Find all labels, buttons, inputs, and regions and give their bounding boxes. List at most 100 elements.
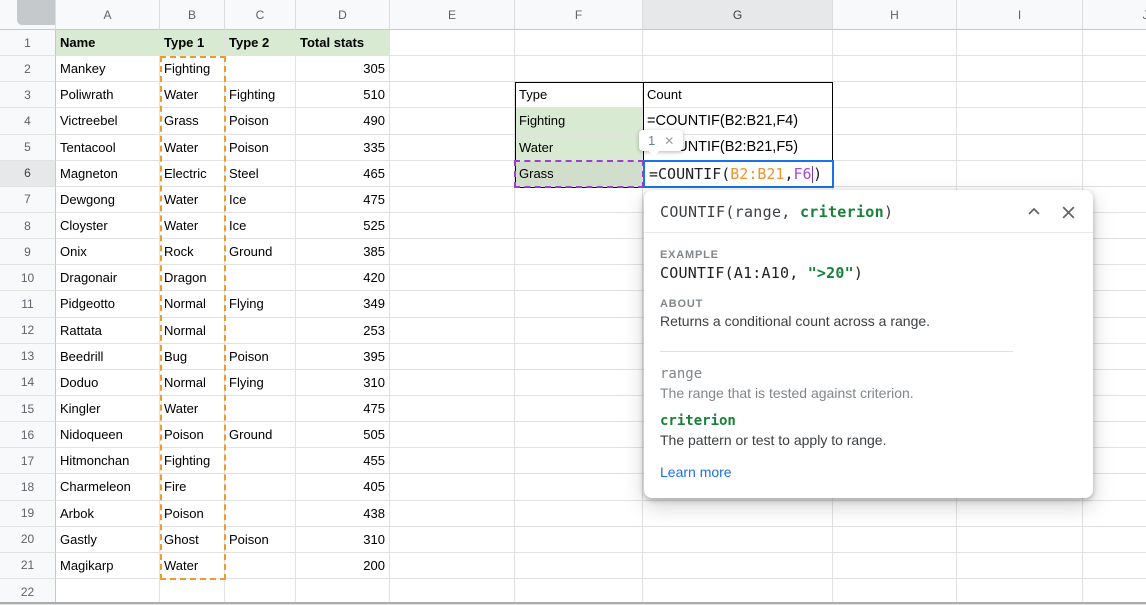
- cell-d3[interactable]: 510: [296, 82, 390, 108]
- cell-e7[interactable]: [390, 187, 515, 213]
- collapse-icon[interactable]: [1023, 201, 1045, 223]
- cell-e21[interactable]: [390, 553, 515, 579]
- row-header-4[interactable]: 4: [0, 108, 56, 134]
- cell-f9[interactable]: [515, 239, 643, 265]
- cell-c13[interactable]: Poison: [225, 344, 296, 370]
- cell-h3[interactable]: [833, 82, 957, 108]
- cell-e20[interactable]: [390, 527, 515, 553]
- cell-a3[interactable]: Poliwrath: [56, 82, 160, 108]
- cell-j2[interactable]: [1083, 56, 1146, 82]
- cell-g20[interactable]: [643, 527, 833, 553]
- cell-c9[interactable]: Ground: [225, 239, 296, 265]
- cell-g21[interactable]: [643, 553, 833, 579]
- cell-b17[interactable]: Fighting: [160, 448, 225, 474]
- cell-f8[interactable]: [515, 213, 643, 239]
- row-header-11[interactable]: 11: [0, 291, 56, 317]
- cell-a4[interactable]: Victreebel: [56, 108, 160, 134]
- cell-e12[interactable]: [390, 318, 515, 344]
- row-header-19[interactable]: 19: [0, 501, 56, 527]
- cell-c2[interactable]: [225, 56, 296, 82]
- cell-j21[interactable]: [1083, 553, 1146, 579]
- row-header-1[interactable]: 1: [0, 30, 56, 56]
- cell-f1[interactable]: [515, 30, 643, 56]
- cell-c3[interactable]: Fighting: [225, 82, 296, 108]
- cell-c7[interactable]: Ice: [225, 187, 296, 213]
- cell-b20[interactable]: Ghost: [160, 527, 225, 553]
- row-header-17[interactable]: 17: [0, 448, 56, 474]
- cell-b14[interactable]: Normal: [160, 370, 225, 396]
- cell-b7[interactable]: Water: [160, 187, 225, 213]
- cell-c8[interactable]: Ice: [225, 213, 296, 239]
- cell-f19[interactable]: [515, 501, 643, 527]
- cell-a1[interactable]: Name: [56, 30, 160, 56]
- row-header-7[interactable]: 7: [0, 187, 56, 213]
- cell-b5[interactable]: Water: [160, 135, 225, 161]
- cell-f14[interactable]: [515, 370, 643, 396]
- cell-a13[interactable]: Beedrill: [56, 344, 160, 370]
- cell-d18[interactable]: 405: [296, 474, 390, 500]
- cell-a6[interactable]: Magneton: [56, 161, 160, 187]
- cell-h21[interactable]: [833, 553, 957, 579]
- cell-e10[interactable]: [390, 265, 515, 291]
- cell-d2[interactable]: 305: [296, 56, 390, 82]
- cell-d20[interactable]: 310: [296, 527, 390, 553]
- cell-f18[interactable]: [515, 474, 643, 500]
- cell-e15[interactable]: [390, 396, 515, 422]
- column-header-a[interactable]: A: [56, 0, 160, 30]
- row-header-13[interactable]: 13: [0, 344, 56, 370]
- formula-edit-cell-g6[interactable]: =COUNTIF(B2:B21,F6): [643, 160, 834, 188]
- cell-d19[interactable]: 438: [296, 501, 390, 527]
- row-header-18[interactable]: 18: [0, 474, 56, 500]
- cell-b19[interactable]: Poison: [160, 501, 225, 527]
- cell-f2[interactable]: [515, 56, 643, 82]
- close-icon[interactable]: [1057, 201, 1079, 223]
- cell-b16[interactable]: Poison: [160, 422, 225, 448]
- cell-e13[interactable]: [390, 344, 515, 370]
- cell-b8[interactable]: Water: [160, 213, 225, 239]
- cell-h6[interactable]: [833, 161, 957, 187]
- cell-d17[interactable]: 455: [296, 448, 390, 474]
- column-header-i[interactable]: I: [957, 0, 1083, 30]
- cell-e5[interactable]: [390, 135, 515, 161]
- cell-i1[interactable]: [957, 30, 1083, 56]
- cell-e19[interactable]: [390, 501, 515, 527]
- cell-e4[interactable]: [390, 108, 515, 134]
- cell-d1[interactable]: Total stats: [296, 30, 390, 56]
- cell-c1[interactable]: Type 2: [225, 30, 296, 56]
- cell-c12[interactable]: [225, 318, 296, 344]
- cell-c10[interactable]: [225, 265, 296, 291]
- column-header-c[interactable]: C: [225, 0, 296, 30]
- cell-e14[interactable]: [390, 370, 515, 396]
- cell-b11[interactable]: Normal: [160, 291, 225, 317]
- column-header-d[interactable]: D: [296, 0, 390, 30]
- cell-h2[interactable]: [833, 56, 957, 82]
- cell-f11[interactable]: [515, 291, 643, 317]
- cell-i20[interactable]: [957, 527, 1083, 553]
- cell-d7[interactable]: 475: [296, 187, 390, 213]
- cell-d11[interactable]: 349: [296, 291, 390, 317]
- cell-a8[interactable]: Cloyster: [56, 213, 160, 239]
- row-header-12[interactable]: 12: [0, 318, 56, 344]
- cell-a19[interactable]: Arbok: [56, 501, 160, 527]
- cell-f13[interactable]: [515, 344, 643, 370]
- cell-b18[interactable]: Fire: [160, 474, 225, 500]
- cell-d13[interactable]: 395: [296, 344, 390, 370]
- cell-i5[interactable]: [957, 135, 1083, 161]
- cell-e16[interactable]: [390, 422, 515, 448]
- cell-c19[interactable]: [225, 501, 296, 527]
- cell-e3[interactable]: [390, 82, 515, 108]
- cell-c21[interactable]: [225, 553, 296, 579]
- cell-d15[interactable]: 475: [296, 396, 390, 422]
- tooltip-close-icon[interactable]: ✕: [664, 134, 674, 148]
- cell-i2[interactable]: [957, 56, 1083, 82]
- cell-a12[interactable]: Rattata: [56, 318, 160, 344]
- cell-c18[interactable]: [225, 474, 296, 500]
- cell-a10[interactable]: Dragonair: [56, 265, 160, 291]
- cell-a11[interactable]: Pidgeotto: [56, 291, 160, 317]
- cell-d14[interactable]: 310: [296, 370, 390, 396]
- cell-e8[interactable]: [390, 213, 515, 239]
- row-header-5[interactable]: 5: [0, 135, 56, 161]
- cell-b3[interactable]: Water: [160, 82, 225, 108]
- column-header-f[interactable]: F: [515, 0, 643, 30]
- cell-e17[interactable]: [390, 448, 515, 474]
